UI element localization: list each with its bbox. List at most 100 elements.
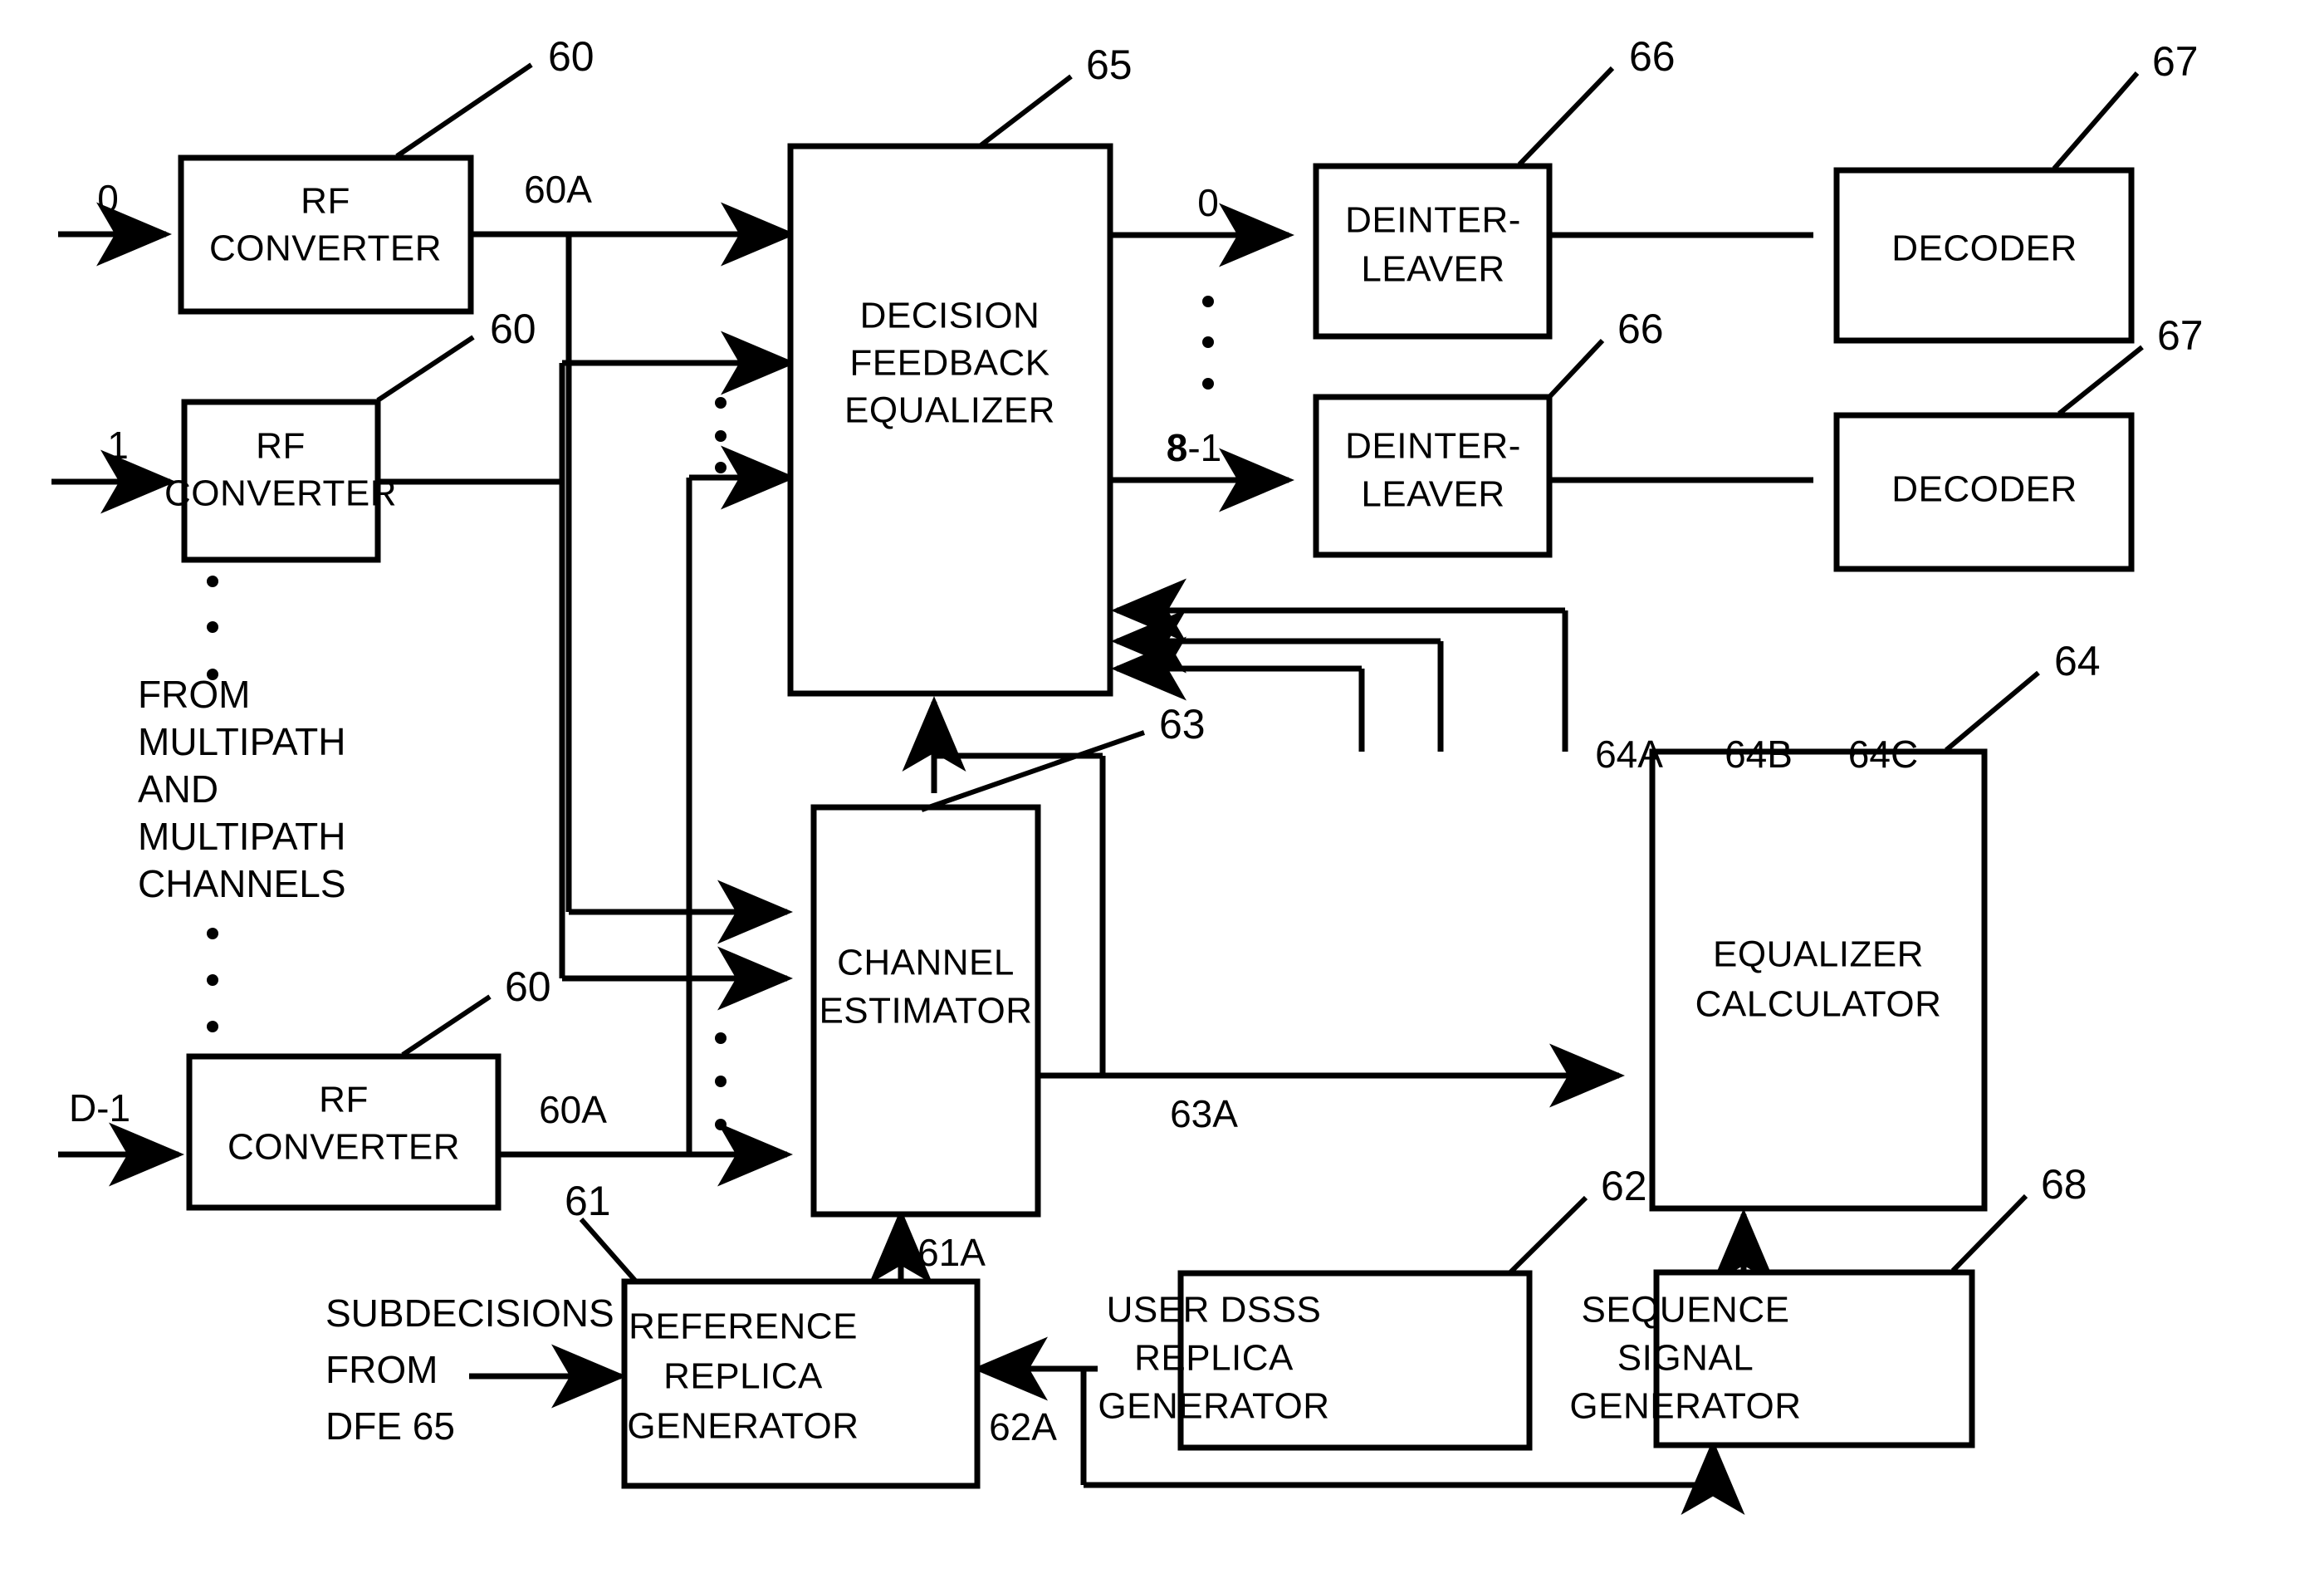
subdecisions-line1: SUBDECISIONS bbox=[325, 1291, 614, 1335]
ellipsis-estimator-inputs bbox=[715, 1032, 727, 1130]
label-dfe-out-n: 8-1 bbox=[1167, 426, 1222, 469]
from-multipath-line1: FROM bbox=[138, 673, 250, 716]
block-channel-estimator[interactable]: CHANNEL ESTIMATOR bbox=[810, 804, 1041, 1218]
deinterleaver-bottom-line2: LEAVER bbox=[1361, 474, 1504, 515]
dot bbox=[1202, 378, 1214, 390]
reference-replica-line3: GENERATOR bbox=[627, 1406, 859, 1447]
ref-number-60-b: 60 bbox=[490, 306, 536, 352]
rf-converter-0-label-line1: RF bbox=[301, 181, 350, 222]
leader-line-66-a bbox=[1517, 66, 1615, 167]
label-60a-top: 60A bbox=[524, 168, 592, 211]
ellipsis-dfe-outputs bbox=[1202, 296, 1214, 390]
reference-replica-line2: REPLICA bbox=[663, 1356, 823, 1397]
leader-line-60-b bbox=[376, 335, 475, 403]
dot bbox=[715, 1076, 727, 1087]
label-64a: 64A bbox=[1595, 733, 1663, 776]
ellipsis-dfe-inputs bbox=[715, 397, 727, 473]
dfe-label-line1: DECISION bbox=[860, 296, 1040, 336]
leader-line-60-a bbox=[395, 62, 533, 159]
leader-line-61 bbox=[579, 1218, 638, 1283]
leader-line-67-b bbox=[2057, 345, 2144, 416]
ref-number-63: 63 bbox=[1159, 701, 1206, 747]
ref-number-64: 64 bbox=[2054, 638, 2101, 684]
ref-number-67-a: 67 bbox=[2152, 38, 2199, 85]
rf-converter-0-label-line2: CONVERTER bbox=[209, 228, 442, 269]
block-equalizer-calculator[interactable]: EQUALIZER CALCULATOR bbox=[1649, 748, 1988, 1212]
dfe-label-line3: EQUALIZER bbox=[844, 390, 1055, 431]
ref-callout-66-a: 66 bbox=[1517, 33, 1676, 167]
block-decision-feedback-equalizer[interactable]: DECISION FEEDBACK EQUALIZER bbox=[787, 143, 1113, 697]
from-multipath-line3: AND bbox=[138, 767, 218, 811]
ref-number-62: 62 bbox=[1601, 1163, 1647, 1209]
subdecisions-line3: DFE 65 bbox=[325, 1404, 455, 1448]
from-multipath-line4: MULTIPATH bbox=[138, 815, 345, 858]
deinterleaver-bottom-line1: DEINTER- bbox=[1345, 426, 1521, 467]
label-62a: 62A bbox=[989, 1405, 1057, 1448]
leader-line-64 bbox=[1945, 670, 2040, 752]
deinterleaver-top-line1: DEINTER- bbox=[1345, 200, 1521, 241]
ref-number-61: 61 bbox=[565, 1178, 611, 1224]
label-input-1: 1 bbox=[107, 424, 129, 467]
ref-number-65: 65 bbox=[1086, 42, 1133, 88]
sequence-signal-line1: SEQUENCE bbox=[1582, 1290, 1790, 1331]
block-decoder-top[interactable]: DECODER bbox=[1833, 167, 2135, 344]
equalizer-calculator-line1: EQUALIZER bbox=[1713, 934, 1924, 975]
ref-callout-67-a: 67 bbox=[2052, 38, 2199, 170]
dot bbox=[1202, 336, 1214, 348]
ellipsis-left-upper bbox=[207, 576, 218, 680]
block-user-dsss-replica-generator[interactable]: USER DSSS REPLICA GENERATOR bbox=[1098, 1270, 1533, 1451]
ref-number-60-c: 60 bbox=[505, 963, 551, 1010]
annotation-from-multipath: FROM MULTIPATH AND MULTIPATH CHANNELS bbox=[138, 673, 346, 905]
ref-callout-60-b: 60 bbox=[376, 306, 536, 403]
ref-callout-65: 65 bbox=[978, 42, 1133, 149]
label-input-0: 0 bbox=[97, 177, 119, 220]
block-rf-converter-d[interactable]: RF CONVERTER bbox=[186, 1053, 501, 1211]
equalizer-calculator-box[interactable] bbox=[1649, 748, 1988, 1212]
leader-line-65 bbox=[978, 74, 1073, 149]
leader-line-67-a bbox=[2052, 71, 2140, 170]
sequence-signal-line2: SIGNAL bbox=[1617, 1338, 1754, 1379]
block-deinterleaver-bottom[interactable]: DEINTER- LEAVER bbox=[1313, 394, 1553, 558]
reference-replica-line1: REFERENCE bbox=[629, 1306, 858, 1347]
dot bbox=[1202, 296, 1214, 307]
rf-converter-1-label-line2: CONVERTER bbox=[164, 473, 397, 514]
block-rf-converter-1[interactable]: RF CONVERTER bbox=[164, 399, 397, 563]
label-63a: 63A bbox=[1170, 1092, 1238, 1135]
dot bbox=[715, 397, 727, 409]
leader-line-60-c bbox=[401, 994, 492, 1057]
from-multipath-line2: MULTIPATH bbox=[138, 720, 345, 763]
ref-callout-60-a: 60 bbox=[395, 33, 594, 159]
leader-line-62 bbox=[1507, 1195, 1588, 1276]
ref-number-66-b: 66 bbox=[1617, 306, 1664, 352]
deinterleaver-top-line2: LEAVER bbox=[1361, 249, 1504, 290]
user-dsss-line1: USER DSSS bbox=[1107, 1290, 1322, 1331]
label-dfe-out-n-bold: 8 bbox=[1167, 426, 1188, 469]
label-64c: 64C bbox=[1848, 733, 1918, 776]
ref-number-67-b: 67 bbox=[2157, 312, 2204, 359]
label-input-d: D-1 bbox=[69, 1086, 130, 1130]
ref-callout-64: 64 bbox=[1945, 638, 2101, 752]
subdecisions-line2: FROM bbox=[325, 1348, 438, 1391]
dfe-label-line2: FEEDBACK bbox=[849, 343, 1049, 384]
dot bbox=[715, 430, 727, 442]
dot bbox=[207, 576, 218, 587]
block-deinterleaver-top[interactable]: DEINTER- LEAVER bbox=[1313, 163, 1553, 340]
dot bbox=[207, 621, 218, 633]
block-reference-replica-generator[interactable]: REFERENCE REPLICA GENERATOR bbox=[621, 1278, 981, 1489]
ref-number-66-a: 66 bbox=[1629, 33, 1676, 80]
label-61a: 61A bbox=[917, 1231, 986, 1274]
dot bbox=[715, 1119, 727, 1130]
block-decoder-bottom[interactable]: DECODER bbox=[1833, 412, 2135, 572]
ref-callout-60-c: 60 bbox=[401, 963, 551, 1057]
figure-canvas: RF CONVERTER 60 0 60A RF CONVERTER 60 1 … bbox=[0, 0, 2324, 1588]
equalizer-calculator-line2: CALCULATOR bbox=[1695, 984, 1942, 1025]
label-60a-bottom: 60A bbox=[539, 1088, 607, 1131]
label-dfe-out-n-rest: -1 bbox=[1187, 426, 1221, 469]
sequence-signal-line3: GENERATOR bbox=[1569, 1386, 1801, 1427]
dot bbox=[207, 928, 218, 939]
label-dfe-out-0: 0 bbox=[1197, 181, 1219, 224]
block-sequence-signal-generator[interactable]: SEQUENCE SIGNAL GENERATOR bbox=[1569, 1269, 1975, 1448]
block-rf-converter-0[interactable]: RF CONVERTER bbox=[178, 154, 474, 315]
rf-converter-d-label-line1: RF bbox=[319, 1080, 369, 1120]
user-dsss-line2: REPLICA bbox=[1134, 1338, 1294, 1379]
